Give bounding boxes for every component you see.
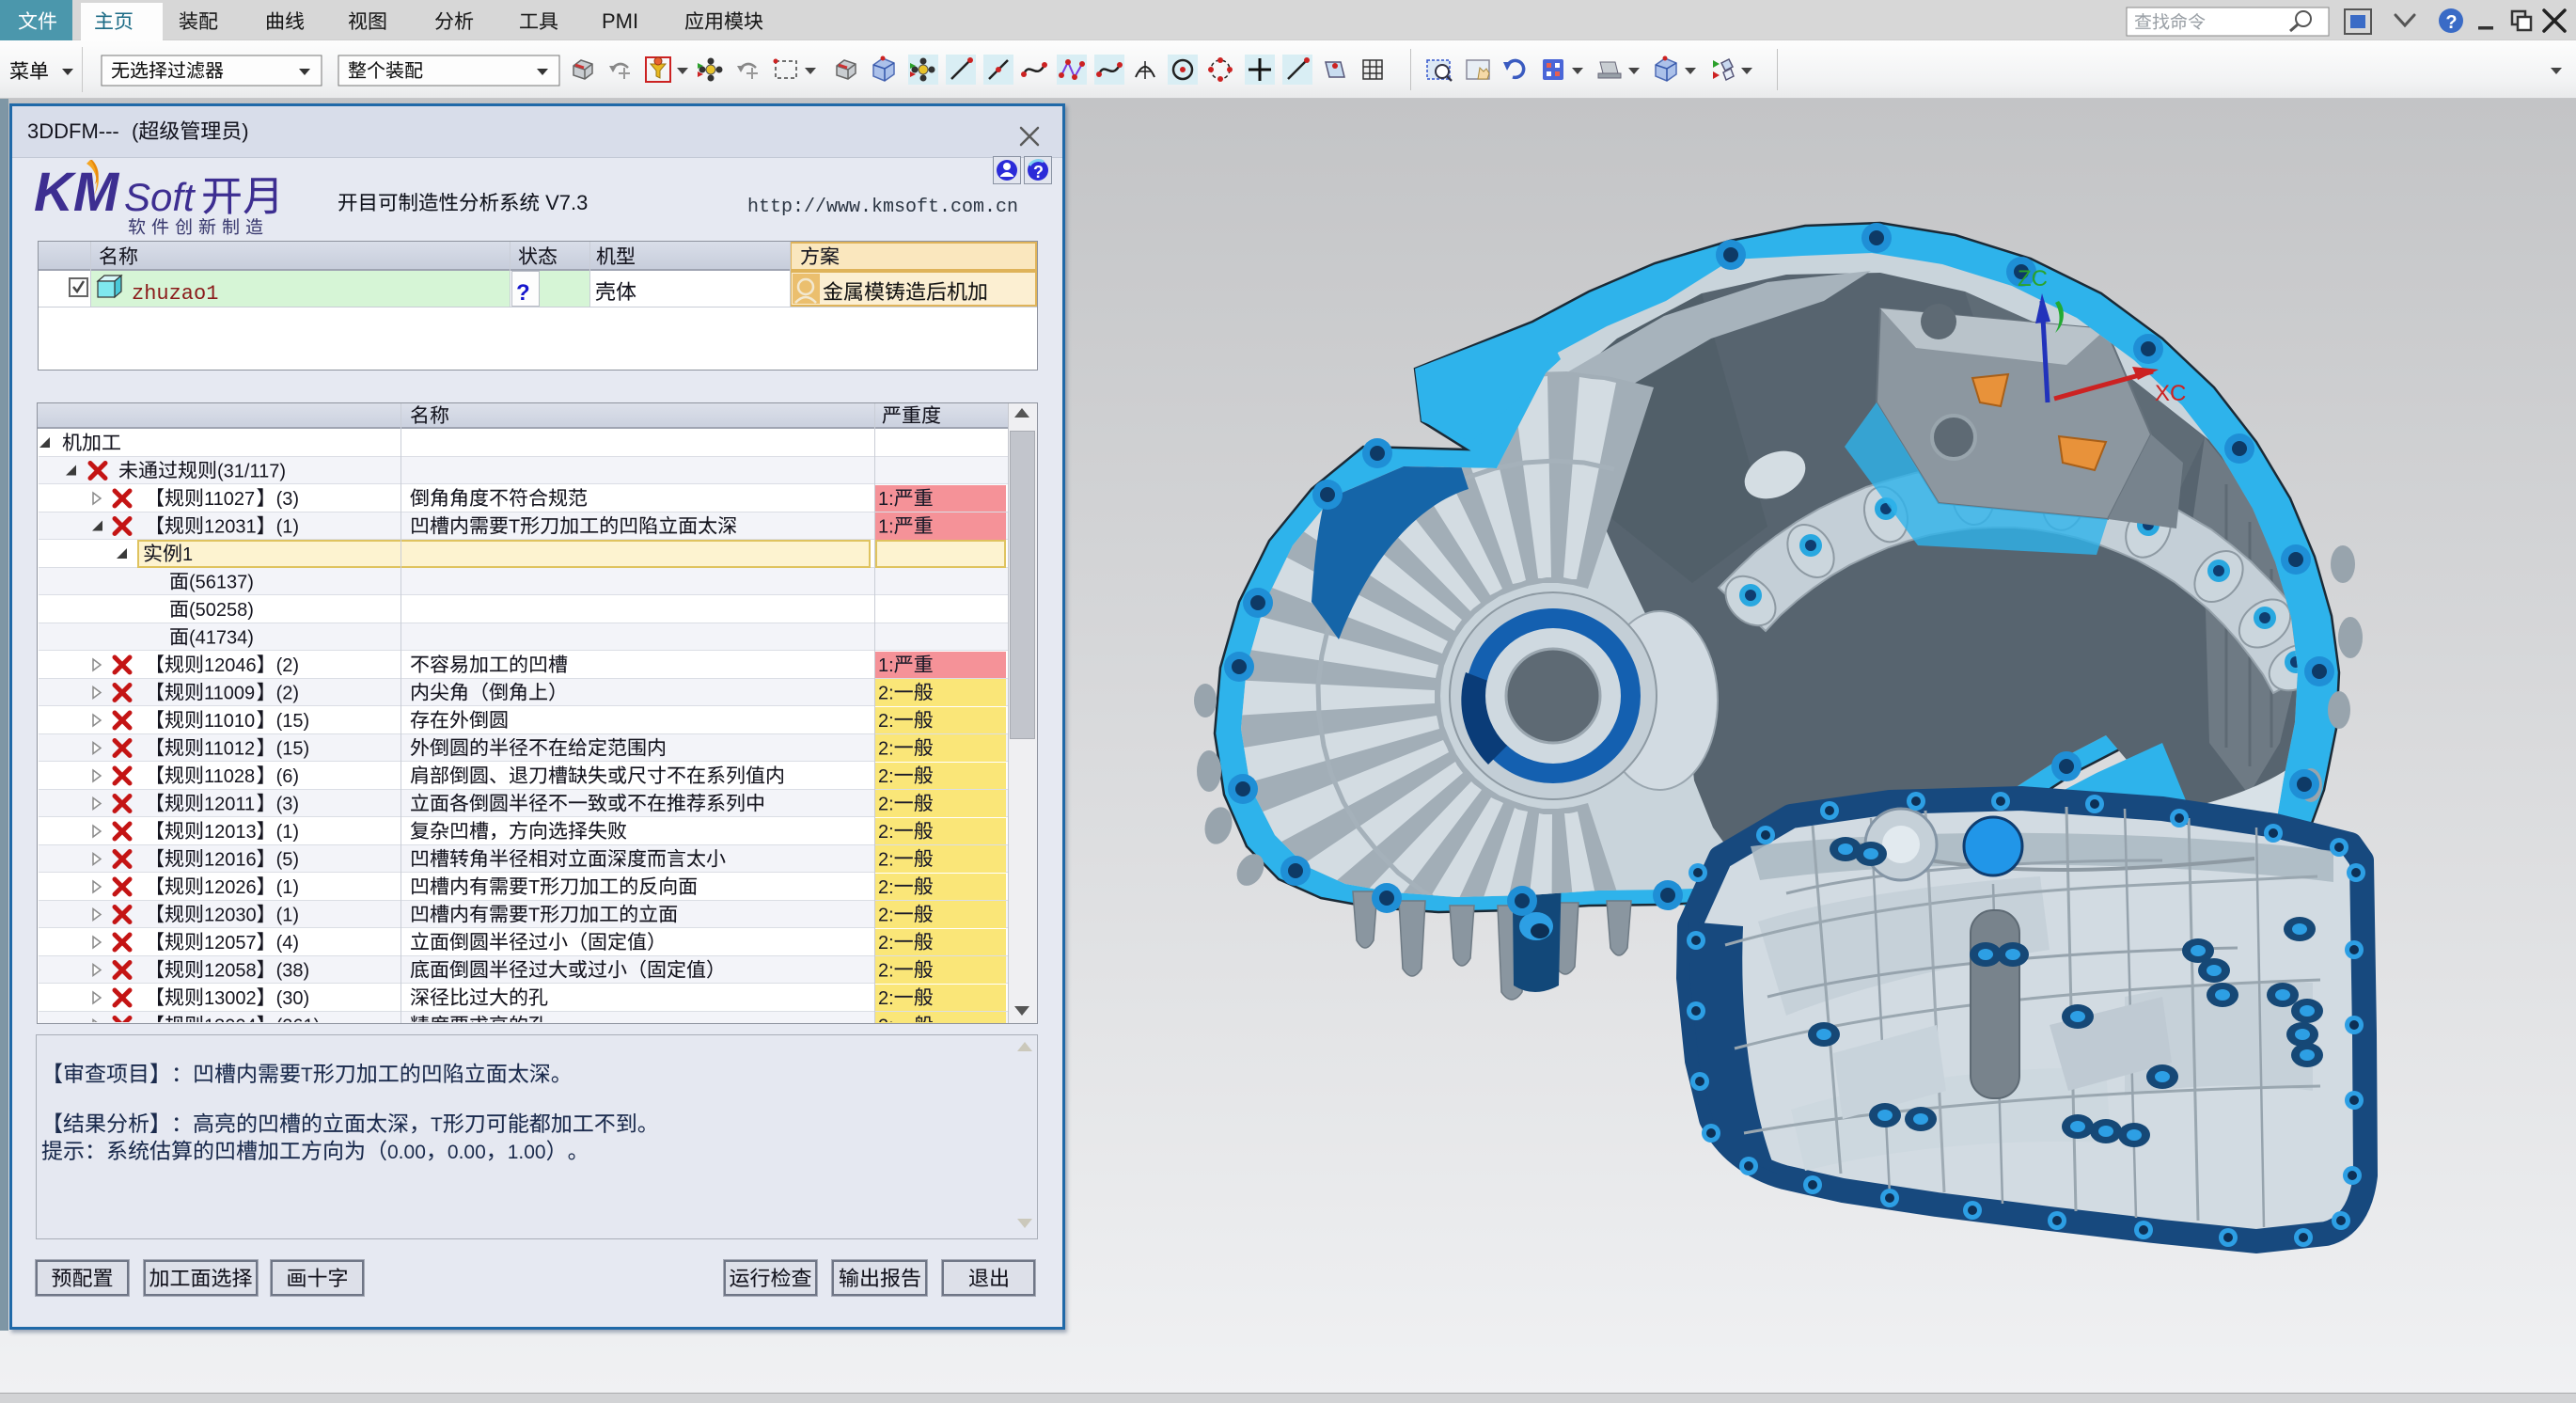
svg-text:2:: 2:	[878, 1017, 894, 1037]
svg-text:(31/117): (31/117)	[217, 462, 286, 482]
svg-text:(38): (38)	[276, 961, 310, 982]
svg-text:12057: 12057	[204, 933, 257, 954]
svg-text:?: ?	[2445, 12, 2457, 33]
svg-text:2:: 2:	[878, 822, 894, 843]
svg-text:11028: 11028	[204, 766, 255, 787]
svg-text:(2): (2)	[276, 684, 299, 704]
svg-text:(1): (1)	[276, 517, 299, 538]
svg-text:2:: 2:	[878, 766, 894, 787]
svg-text:12031: 12031	[204, 517, 257, 538]
svg-text:0.00: 0.00	[448, 1142, 486, 1163]
svg-text:2:: 2:	[878, 877, 894, 898]
svg-text:V7.3: V7.3	[540, 191, 588, 214]
svg-text:(4): (4)	[276, 933, 299, 954]
svg-text:2:: 2:	[878, 933, 894, 954]
svg-text:(3): (3)	[276, 489, 299, 510]
svg-text:(30): (30)	[276, 988, 310, 1009]
svg-text:(15): (15)	[276, 739, 310, 760]
svg-text:(261): (261)	[276, 1017, 321, 1037]
svg-text:11009: 11009	[204, 684, 255, 704]
svg-text:PMI: PMI	[602, 9, 638, 33]
svg-text:1:: 1:	[878, 517, 894, 538]
svg-text:12058: 12058	[204, 961, 257, 982]
svg-text:(5): (5)	[276, 850, 299, 871]
svg-text:(56137): (56137)	[189, 573, 254, 593]
svg-text:11010: 11010	[204, 711, 255, 732]
svg-text:2:: 2:	[878, 988, 894, 1009]
svg-text:?: ?	[516, 280, 530, 306]
svg-text:2:: 2:	[878, 961, 894, 982]
svg-text:): )	[242, 119, 248, 143]
svg-text:T: T	[528, 906, 540, 926]
svg-text:1:: 1:	[878, 655, 894, 676]
svg-text:http://www.kmsoft.com.cn: http://www.kmsoft.com.cn	[747, 197, 1018, 218]
svg-text:T: T	[301, 1064, 313, 1086]
svg-text:12026: 12026	[204, 877, 257, 898]
svg-text:13004: 13004	[204, 1017, 257, 1037]
svg-text:11027: 11027	[204, 489, 255, 510]
svg-text:13002: 13002	[204, 988, 257, 1009]
svg-text:(1): (1)	[276, 877, 299, 898]
svg-text:(50258): (50258)	[189, 600, 254, 621]
svg-text:12046: 12046	[204, 655, 257, 676]
svg-text:KM: KM	[34, 162, 120, 223]
svg-text:1: 1	[182, 544, 193, 565]
svg-text:11012: 11012	[204, 739, 255, 760]
svg-text:12030: 12030	[204, 906, 257, 926]
svg-text:(1): (1)	[276, 822, 299, 843]
svg-text:(41734): (41734)	[189, 628, 254, 649]
svg-text:T: T	[528, 877, 540, 898]
svg-text:12013: 12013	[204, 822, 257, 843]
svg-text:12011: 12011	[204, 795, 255, 815]
svg-text:zhuzao1: zhuzao1	[132, 282, 218, 306]
svg-text:T: T	[509, 517, 520, 538]
svg-text:0.00: 0.00	[387, 1142, 426, 1163]
svg-text:2:: 2:	[878, 906, 894, 926]
svg-text:12016: 12016	[204, 850, 257, 871]
svg-text:Soft: Soft	[124, 175, 196, 219]
svg-text:1.00: 1.00	[508, 1142, 546, 1163]
svg-text:2:: 2:	[878, 739, 894, 760]
svg-text:3DDFM---: 3DDFM---	[27, 119, 119, 143]
svg-text:?: ?	[1033, 163, 1044, 181]
svg-text:(2): (2)	[276, 655, 299, 676]
svg-text:T: T	[431, 1114, 443, 1136]
svg-text:(1): (1)	[276, 906, 299, 926]
svg-text:(3): (3)	[276, 795, 299, 815]
svg-text:2:: 2:	[878, 711, 894, 732]
svg-text:1:: 1:	[878, 489, 894, 510]
svg-text:(: (	[132, 119, 139, 143]
svg-text:(6): (6)	[276, 766, 299, 787]
svg-text:2:: 2:	[878, 795, 894, 815]
svg-text:2:: 2:	[878, 684, 894, 704]
svg-text:(15): (15)	[276, 711, 310, 732]
svg-text:2:: 2:	[878, 850, 894, 871]
